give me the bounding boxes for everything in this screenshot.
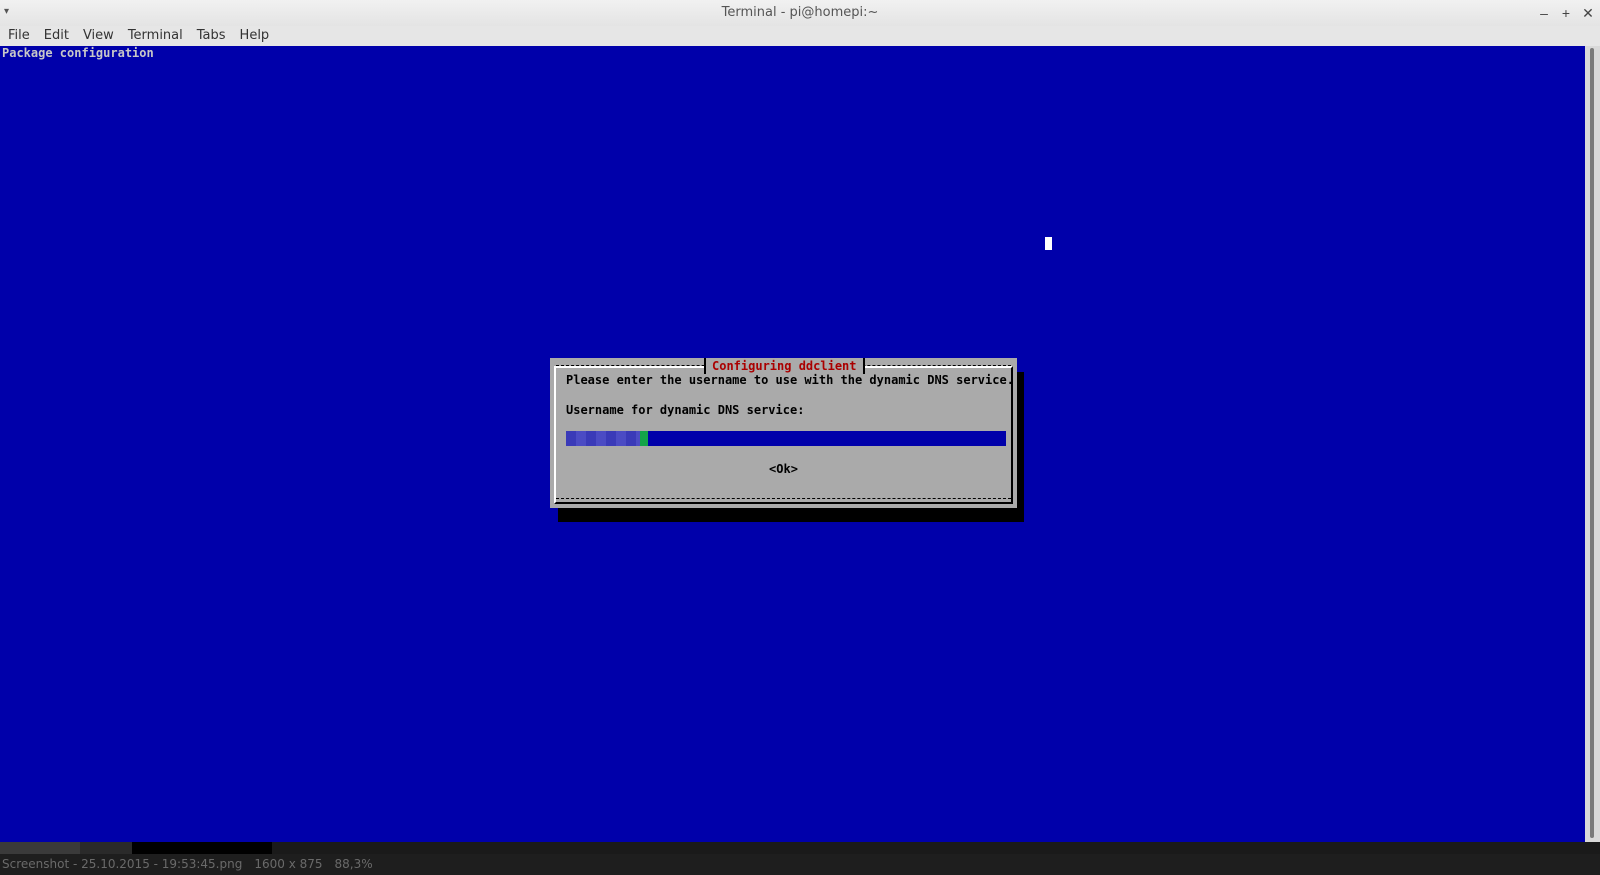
terminal-screen[interactable]: Package configuration Configuring ddclie… bbox=[0, 46, 1585, 842]
window-controls: – + ✕ bbox=[1538, 0, 1594, 26]
dialog-description: Please enter the username to use with th… bbox=[566, 373, 1014, 387]
ok-button[interactable]: <Ok> bbox=[550, 461, 1017, 477]
menu-help[interactable]: Help bbox=[233, 26, 277, 46]
menu-tabs[interactable]: Tabs bbox=[190, 26, 233, 46]
package-configuration-header: Package configuration bbox=[2, 46, 154, 60]
terminal-cursor bbox=[1045, 237, 1052, 250]
scrollbar-thumb[interactable] bbox=[1590, 48, 1594, 838]
username-input-value bbox=[566, 431, 640, 446]
dialog-frame-bottom bbox=[556, 498, 1011, 499]
window-title: Terminal - pi@homepi:~ bbox=[721, 5, 879, 20]
thumbnail-strip-segment bbox=[80, 842, 132, 854]
minimize-icon[interactable]: – bbox=[1538, 5, 1550, 21]
input-caret bbox=[640, 431, 648, 446]
menu-file[interactable]: File bbox=[0, 26, 37, 46]
close-icon[interactable]: ✕ bbox=[1582, 5, 1594, 22]
thumbnail-strip-segment bbox=[132, 842, 272, 854]
image-viewer-statusbar: Screenshot - 25.10.2015 - 19:53:45.png 1… bbox=[0, 854, 1600, 875]
status-zoom: 88,3% bbox=[334, 857, 373, 871]
menu-view[interactable]: View bbox=[76, 26, 121, 46]
menubar: File Edit View Terminal Tabs Help bbox=[0, 26, 1600, 46]
username-field-label: Username for dynamic DNS service: bbox=[566, 403, 805, 417]
maximize-icon[interactable]: + bbox=[1560, 5, 1572, 21]
status-filename: Screenshot - 25.10.2015 - 19:53:45.png bbox=[2, 857, 243, 871]
menu-terminal[interactable]: Terminal bbox=[121, 26, 190, 46]
username-input[interactable] bbox=[566, 431, 1006, 446]
status-dimensions: 1600 x 875 bbox=[254, 857, 323, 871]
config-dialog: Configuring ddclient Please enter the us… bbox=[550, 358, 1017, 508]
image-viewer-thumbnail-strip bbox=[0, 842, 1600, 854]
terminal-scrollbar[interactable] bbox=[1585, 46, 1600, 842]
menu-edit[interactable]: Edit bbox=[37, 26, 76, 46]
thumbnail-strip-segment bbox=[0, 842, 80, 854]
window-titlebar: ▾ Terminal - pi@homepi:~ – + ✕ bbox=[0, 0, 1600, 27]
